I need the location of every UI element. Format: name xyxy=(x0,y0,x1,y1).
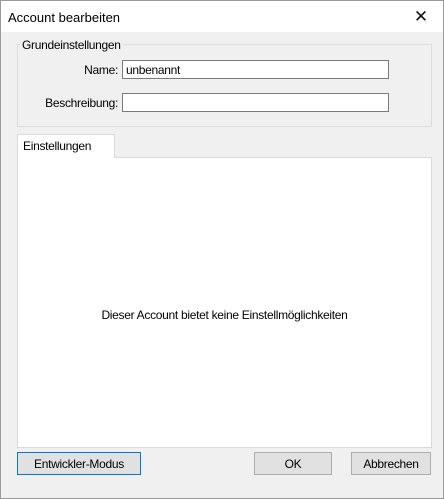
description-label: Beschreibung: xyxy=(45,96,118,110)
developer-mode-button[interactable]: Entwickler-Modus xyxy=(17,452,141,475)
description-input[interactable] xyxy=(122,93,389,112)
close-icon[interactable]: ✕ xyxy=(399,1,443,32)
title-bar: Account bearbeiten ✕ xyxy=(1,1,443,32)
name-label: Name: xyxy=(84,63,118,77)
settings-tab-panel: Dieser Account bietet keine Einstellmögl… xyxy=(17,157,432,448)
ok-button[interactable]: OK xyxy=(254,452,332,475)
dialog-title: Account bearbeiten xyxy=(8,10,121,25)
basic-settings-legend: Grundeinstellungen xyxy=(20,38,123,52)
basic-settings-group: Grundeinstellungen Name: Beschreibung: xyxy=(17,38,432,127)
tab-settings[interactable]: Einstellungen xyxy=(17,134,115,158)
cancel-button[interactable]: Abbrechen xyxy=(351,452,431,475)
no-settings-message: Dieser Account bietet keine Einstellmögl… xyxy=(101,308,348,322)
account-edit-dialog: Account bearbeiten ✕ Grundeinstellungen … xyxy=(0,0,444,499)
tab-settings-label: Einstellungen xyxy=(23,139,92,153)
name-input[interactable] xyxy=(122,60,389,79)
